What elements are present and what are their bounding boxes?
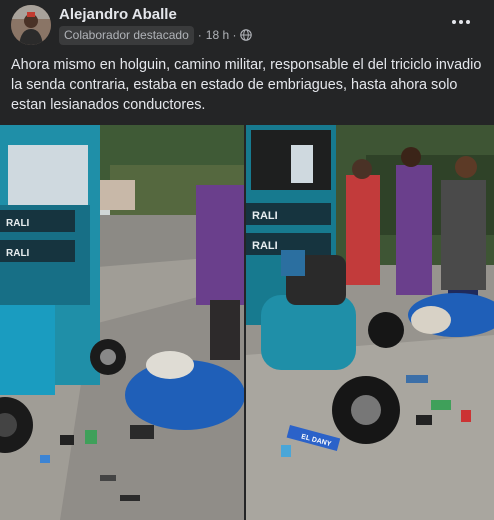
accident-photo-right[interactable]: RALI RALI EL DANY [246,125,494,520]
post-meta: Colaborador destacado · 18 h · [59,25,253,45]
author-avatar[interactable] [11,5,51,45]
meta-separator: · [197,28,202,42]
contributor-badge[interactable]: Colaborador destacado [59,25,194,45]
author-name[interactable]: Alejandro Aballe [59,6,177,23]
accident-photo-left[interactable]: RALI RALI [0,125,244,520]
photo-grid: RALI RALI RALI RALI EL DANY [0,125,494,520]
vehicle-sign-1: RALI [6,218,30,229]
globe-icon[interactable] [240,29,253,41]
vehicle-sign-4: RALI [252,240,278,252]
post-header: Alejandro Aballe Colaborador destacado ·… [0,0,494,50]
vehicle-sign-2: RALI [6,248,30,259]
vehicle-sign-3: RALI [252,210,278,222]
post-text: Ahora mismo en holguin, camino militar, … [11,57,482,113]
more-options-icon[interactable] [446,10,476,34]
post-timestamp[interactable]: 18 h · [206,28,237,42]
